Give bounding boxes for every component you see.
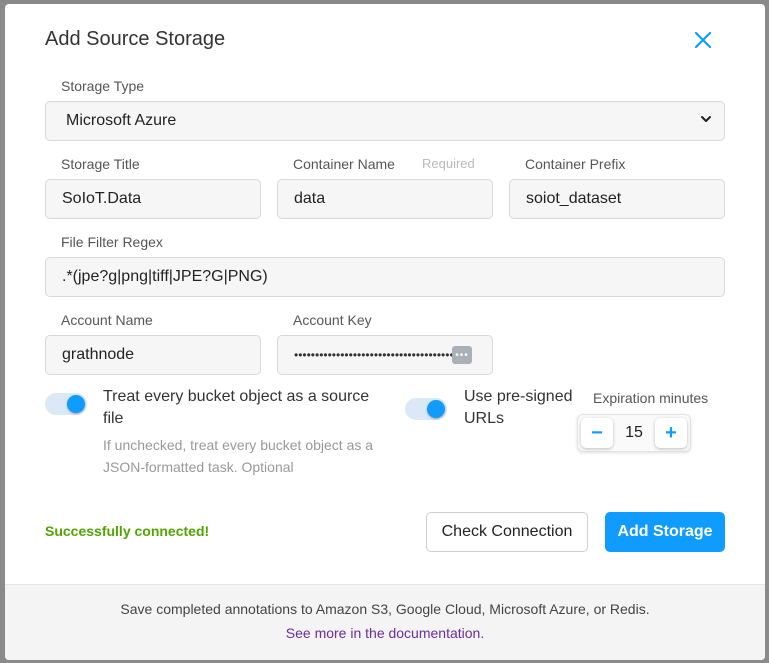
file-filter-input[interactable]: .*(jpe?g|png|tiff|JPE?G|PNG) [45,257,725,297]
container-prefix-label: Container Prefix [525,156,626,172]
treat-objects-label: Treat every bucket object as a source fi… [103,388,370,427]
treat-objects-toggle[interactable] [45,393,87,415]
storage-type-value: Microsoft Azure [66,112,177,129]
expiration-value[interactable]: 15 [616,415,652,451]
container-name-input[interactable]: data [277,179,493,219]
container-prefix-input[interactable]: soiot_dataset [509,179,725,219]
modal-title: Add Source Storage [45,28,226,50]
presigned-toggle[interactable] [405,398,447,420]
storage-title-input[interactable]: SoIoT.Data [45,179,261,219]
chevron-down-icon [700,112,712,130]
file-filter-label: File Filter Regex [61,234,163,250]
add-source-storage-modal: Add Source Storage Storage Type Microsof… [5,4,765,660]
treat-objects-hint: If unchecked, treat every bucket object … [103,437,374,475]
presigned-label: Use pre-signed URLs [464,388,573,427]
account-key-value: •••••••••••••••••••••••••••••••••••••••• [294,348,463,362]
expiration-label: Expiration minutes [593,390,709,406]
account-key-input[interactable]: ••••••••••••••••••••••••••••••••••••••••… [277,335,493,375]
close-icon[interactable] [691,28,715,52]
connection-status: Successfully connected! [45,523,210,539]
footer-text: Save completed annotations to Amazon S3,… [120,601,650,617]
add-storage-button[interactable]: Add Storage [605,512,725,552]
storage-title-label: Storage Title [61,156,140,172]
container-name-label: Container Name [293,156,395,172]
storage-type-label: Storage Type [61,78,145,94]
documentation-link[interactable]: See more in the documentation. [5,625,765,641]
account-name-label: Account Name [61,312,153,328]
storage-type-select[interactable]: Microsoft Azure [45,101,725,141]
required-hint: Required [422,156,475,171]
increment-button[interactable]: + [655,418,687,448]
password-manager-icon[interactable]: ••• [452,346,472,364]
account-key-label: Account Key [293,312,372,328]
toggle-knob [427,400,445,418]
account-name-input[interactable]: grathnode [45,335,261,375]
toggle-knob [67,395,85,413]
modal-footer: Save completed annotations to Amazon S3,… [5,584,765,660]
expiration-stepper: − 15 + [577,414,691,452]
decrement-button[interactable]: − [581,418,613,448]
check-connection-button[interactable]: Check Connection [426,512,588,552]
